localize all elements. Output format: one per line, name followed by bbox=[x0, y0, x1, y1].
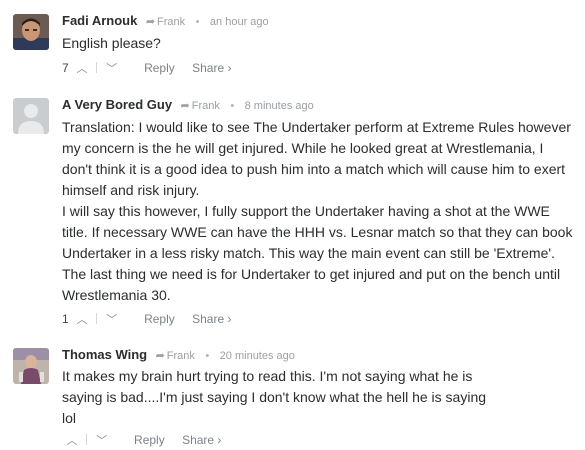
reply-arrow-icon: ➦ bbox=[155, 350, 165, 362]
meta-separator: • bbox=[195, 16, 200, 28]
author-name[interactable]: Fadi Arnouk bbox=[62, 13, 137, 28]
comment-actions: 7 ︿ ﹀ Reply Share › bbox=[62, 59, 575, 77]
comment-meta: Fadi Arnouk ➦ Frank • an hour ago bbox=[62, 12, 575, 30]
timestamp[interactable]: 20 minutes ago bbox=[220, 350, 295, 362]
comment-text: It makes my brain hurt trying to read th… bbox=[62, 366, 502, 429]
comment-body: A Very Bored Guy ➦ Frank • 8 minutes ago … bbox=[62, 96, 575, 328]
meta-separator: • bbox=[230, 100, 235, 112]
share-button[interactable]: Share › bbox=[182, 433, 221, 447]
reply-arrow-icon: ➦ bbox=[180, 100, 190, 112]
reply-to-name: Frank bbox=[191, 100, 220, 112]
comment-meta: Thomas Wing ➦ Frank • 20 minutes ago bbox=[62, 346, 575, 364]
comment-body: Thomas Wing ➦ Frank • 20 minutes ago It m… bbox=[62, 346, 575, 449]
in-reply-to[interactable]: ➦ Frank bbox=[146, 16, 185, 28]
reply-button[interactable]: Reply bbox=[134, 433, 165, 447]
author-name[interactable]: A Very Bored Guy bbox=[62, 97, 172, 112]
upvote-icon[interactable]: ︿ bbox=[75, 311, 89, 329]
reply-arrow-icon: ➦ bbox=[145, 16, 156, 28]
reply-button[interactable]: Reply bbox=[144, 312, 175, 326]
upvote-icon[interactable]: ︿ bbox=[75, 60, 89, 78]
comment-actions: 1 ︿ ﹀ Reply Share › bbox=[62, 310, 575, 328]
comment-paragraph: Translation: I would like to see The Und… bbox=[62, 119, 571, 198]
avatar[interactable] bbox=[13, 348, 49, 384]
share-button[interactable]: Share › bbox=[192, 61, 231, 75]
vote-group: 7 ︿ ﹀ bbox=[62, 59, 119, 78]
comment-paragraph: It makes my brain hurt trying to read th… bbox=[62, 368, 487, 426]
comment-text: Translation: I would like to see The Und… bbox=[62, 117, 575, 306]
upvote-icon[interactable]: ︿ bbox=[65, 432, 79, 450]
vote-divider bbox=[96, 313, 98, 324]
vote-group: 1 ︿ ﹀ bbox=[62, 310, 119, 329]
comment-actions: ︿ ﹀ Reply Share › bbox=[62, 431, 575, 449]
reply-to-name: Frank bbox=[166, 350, 195, 362]
vote-count: 7 bbox=[62, 61, 69, 75]
in-reply-to[interactable]: ➦ Frank bbox=[181, 100, 220, 112]
share-button[interactable]: Share › bbox=[192, 312, 231, 326]
timestamp[interactable]: an hour ago bbox=[210, 16, 269, 28]
reply-to-name: Frank bbox=[157, 16, 186, 28]
downvote-icon[interactable]: ﹀ bbox=[105, 60, 119, 78]
meta-separator: • bbox=[205, 350, 210, 362]
comment-paragraph: I will say this however, I fully support… bbox=[62, 203, 573, 303]
comment-meta: A Very Bored Guy ➦ Frank • 8 minutes ago bbox=[62, 96, 575, 114]
vote-count: 1 bbox=[62, 312, 69, 326]
comment-text: English please? bbox=[62, 33, 575, 54]
vote-group: ︿ ﹀ bbox=[62, 431, 109, 450]
avatar[interactable] bbox=[13, 98, 49, 134]
avatar[interactable] bbox=[13, 14, 49, 50]
vote-divider bbox=[86, 434, 88, 445]
comment-body: Fadi Arnouk ➦ Frank • an hour ago English… bbox=[62, 12, 575, 77]
vote-divider bbox=[96, 62, 98, 73]
downvote-icon[interactable]: ﹀ bbox=[95, 432, 109, 450]
comment-paragraph: English please? bbox=[62, 35, 161, 51]
downvote-icon[interactable]: ﹀ bbox=[105, 311, 119, 329]
timestamp[interactable]: 8 minutes ago bbox=[245, 100, 314, 112]
reply-button[interactable]: Reply bbox=[144, 61, 175, 75]
in-reply-to[interactable]: ➦ Frank bbox=[156, 350, 195, 362]
author-name[interactable]: Thomas Wing bbox=[62, 347, 147, 362]
